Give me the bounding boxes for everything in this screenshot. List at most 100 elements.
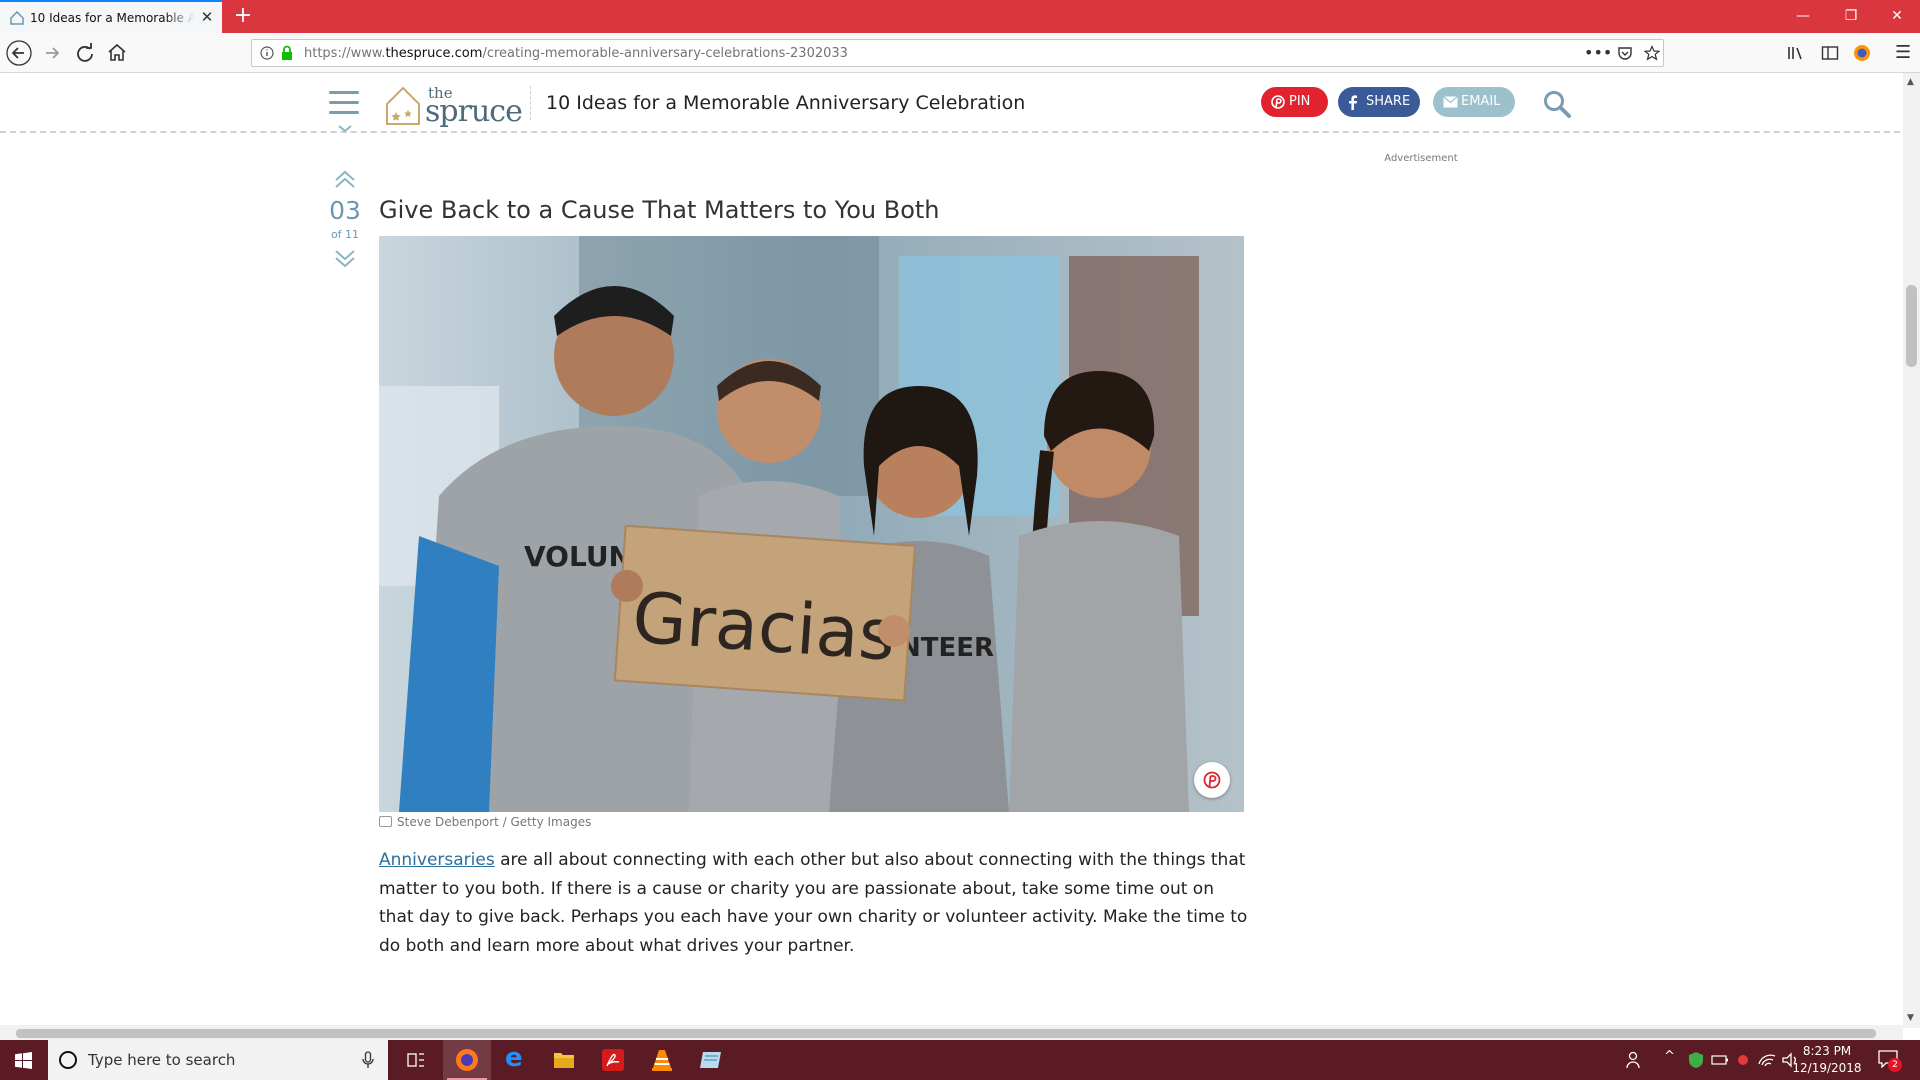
url-scheme: https://www. (304, 46, 386, 61)
pinterest-icon (1203, 771, 1221, 789)
new-tab-button[interactable]: + (231, 4, 255, 28)
taskbar-search-box[interactable]: Type here to search (48, 1040, 388, 1080)
bookmark-star-icon[interactable] (1644, 45, 1660, 61)
taskbar-file-explorer[interactable] (540, 1040, 588, 1080)
spruce-favicon-icon (10, 11, 24, 25)
vertical-scroll-thumb[interactable] (1906, 285, 1917, 367)
email-label: EMAIL (1461, 94, 1501, 109)
scroll-up-arrow-icon[interactable]: ▲ (1907, 77, 1914, 87)
url-host: thespruce.com (385, 46, 483, 61)
task-view-icon (407, 1053, 424, 1067)
notification-count-badge: 2 (1888, 1058, 1902, 1072)
browser-nav-bar: https://www.thespruce.com/creating-memor… (0, 33, 1920, 73)
tray-app-red-icon[interactable] (1733, 1050, 1753, 1070)
sidebar-icon[interactable] (1821, 45, 1839, 61)
reload-icon[interactable] (71, 39, 99, 67)
taskbar-app[interactable] (687, 1040, 735, 1080)
library-icon[interactable] (1787, 45, 1805, 61)
security-shield-icon[interactable] (1686, 1050, 1706, 1070)
house-logo-icon (386, 86, 420, 125)
battery-icon[interactable] (1710, 1050, 1730, 1070)
tab-title: 10 Ideas for a Memorable Anniversary Cel… (30, 11, 195, 25)
folder-icon (554, 1053, 574, 1068)
restore-window-icon[interactable]: ❐ (1828, 0, 1874, 33)
camera-icon (379, 816, 392, 827)
advertisement-label: Advertisement (1384, 153, 1458, 164)
url-text[interactable]: https://www.thespruce.com/creating-memor… (304, 46, 848, 61)
anniversaries-link[interactable]: Anniversaries (379, 850, 495, 870)
envelope-icon (1443, 96, 1458, 108)
browser-tab-bar: 10 Ideas for a Memorable Anniversary Cel… (0, 0, 1920, 33)
horizontal-scrollbar[interactable] (0, 1025, 1903, 1041)
logo-spruce-text: spruce (425, 94, 523, 129)
photo-illustration: VOLUNT NTEER Gracias (379, 236, 1244, 812)
previous-slide-chevron-icon[interactable] (336, 124, 354, 134)
browser-tab[interactable]: 10 Ideas for a Memorable Anniversary Cel… (0, 0, 222, 33)
home-icon[interactable] (103, 39, 131, 67)
app-window-icon (700, 1052, 721, 1068)
notification-center-button[interactable]: 2 (1878, 1050, 1902, 1072)
body-paragraph: Anniversaries are all about connecting w… (379, 846, 1249, 960)
slide-down-chevron-icon[interactable] (334, 248, 356, 268)
taskbar-search-placeholder: Type here to search (88, 1051, 236, 1069)
facebook-icon (1349, 95, 1357, 110)
volunteer-family-photo: VOLUNT NTEER Gracias (379, 236, 1244, 812)
article-header-title: 10 Ideas for a Memorable Anniversary Cel… (546, 92, 1026, 114)
slide-pager: 03 of 11 (322, 170, 368, 274)
horizontal-scroll-thumb[interactable] (16, 1029, 1876, 1038)
clock-time: 8:23 PM (1802, 1044, 1852, 1058)
taskbar-clock[interactable]: 8:23 PM 12/19/2018 (1792, 1043, 1862, 1077)
search-icon[interactable] (1542, 89, 1572, 119)
shirt-text-volunteer-2: NTEER (899, 633, 994, 663)
site-menu-icon[interactable] (329, 91, 359, 115)
taskbar-acrobat[interactable] (589, 1040, 637, 1080)
photo-pin-button[interactable] (1194, 762, 1230, 798)
windows-taskbar: Type here to search e ^ 8:23 PM 12/19/20… (0, 1040, 1920, 1080)
tab-close-icon[interactable]: ✕ (199, 9, 215, 25)
pocket-icon[interactable] (1617, 45, 1633, 61)
taskbar-edge[interactable]: e (492, 1040, 540, 1080)
photo-caption: Steve Debenport / Getty Images (379, 815, 591, 829)
site-header: the spruce 10 Ideas for a Memorable Anni… (0, 73, 1920, 133)
section-title: Give Back to a Cause That Matters to You… (379, 196, 940, 224)
url-bar[interactable]: https://www.thespruce.com/creating-memor… (251, 39, 1664, 67)
pin-label: PIN (1289, 94, 1311, 109)
share-label: SHARE (1366, 94, 1411, 109)
vlc-cone-icon (652, 1050, 672, 1071)
info-icon[interactable] (260, 46, 274, 60)
scroll-down-arrow-icon[interactable]: ▼ (1907, 1013, 1914, 1023)
task-view-button[interactable] (392, 1040, 440, 1080)
firefox-icon (456, 1049, 478, 1071)
email-share-button[interactable]: EMAIL (1433, 87, 1515, 117)
pin-button[interactable]: PIN (1261, 87, 1328, 117)
edge-icon: e (505, 1043, 523, 1073)
header-divider (530, 86, 531, 120)
firefox-account-icon[interactable] (1853, 44, 1871, 62)
cortana-circle-icon (59, 1051, 77, 1069)
wifi-icon[interactable] (1757, 1050, 1777, 1070)
show-hidden-icons-chevron-icon[interactable]: ^ (1664, 1049, 1675, 1064)
windows-logo-icon (15, 1052, 32, 1069)
microphone-icon[interactable] (362, 1051, 374, 1069)
slide-up-chevron-icon[interactable] (334, 170, 356, 190)
taskbar-firefox[interactable] (443, 1040, 491, 1080)
forward-icon[interactable] (38, 39, 66, 67)
menu-icon[interactable]: ☰ (1895, 42, 1911, 63)
the-spruce-logo[interactable]: the spruce (384, 80, 523, 130)
url-path: /creating-memorable-anniversary-celebrat… (482, 46, 848, 61)
clock-date: 12/19/2018 (1792, 1061, 1862, 1075)
photo-credit: Steve Debenport / Getty Images (397, 815, 592, 829)
back-icon[interactable] (5, 39, 33, 67)
facebook-share-button[interactable]: SHARE (1338, 87, 1420, 117)
acrobat-icon (602, 1049, 624, 1071)
slide-total: of 11 (330, 228, 360, 241)
start-button[interactable] (0, 1040, 48, 1080)
close-window-icon[interactable]: ✕ (1874, 0, 1920, 33)
minimize-window-icon[interactable]: — (1780, 0, 1826, 33)
secure-lock-icon[interactable] (280, 45, 294, 61)
people-icon[interactable] (1625, 1050, 1645, 1070)
page-actions-icon[interactable]: ••• (1584, 43, 1612, 62)
vertical-scrollbar[interactable]: ▲ ▼ (1903, 73, 1920, 1028)
pinterest-icon (1271, 95, 1285, 109)
taskbar-vlc[interactable] (638, 1040, 686, 1080)
